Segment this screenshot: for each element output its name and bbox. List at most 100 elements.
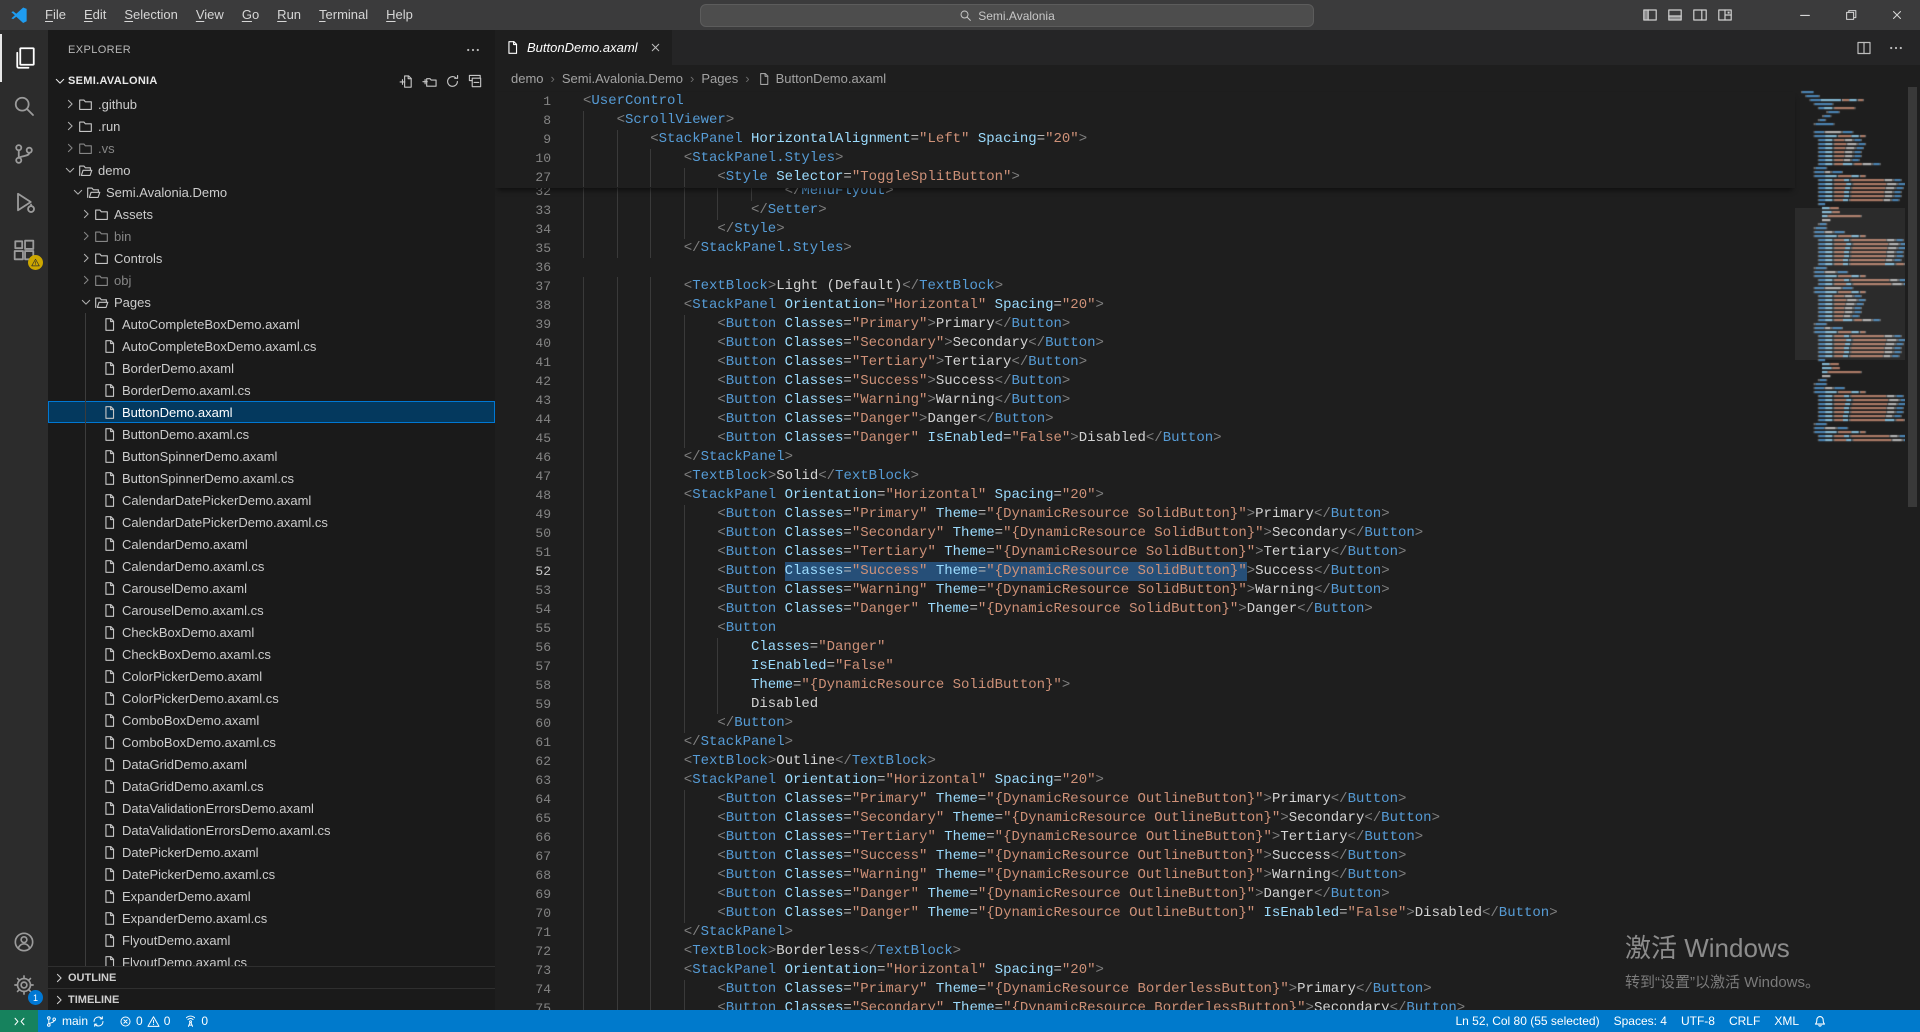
tree-item-flyoutdemo-axaml-cs[interactable]: FlyoutDemo.axaml.cs [48,951,495,966]
code-line-35[interactable]: 35</StackPanel.Styles> [495,239,1795,258]
line-number[interactable]: 68 [495,866,551,885]
tab-buttondemo-axaml[interactable]: ButtonDemo.axaml [495,30,672,65]
line-number[interactable]: 36 [495,258,551,277]
code-line-38[interactable]: 38<StackPanel Orientation="Horizontal" S… [495,296,1795,315]
tree-item-bin[interactable]: bin [48,225,495,247]
line-number[interactable]: 53 [495,581,551,600]
tree-item-colorpickerdemo-axaml[interactable]: ColorPickerDemo.axaml [48,665,495,687]
line-number[interactable]: 59 [495,695,551,714]
line-number[interactable]: 54 [495,600,551,619]
line-number[interactable]: 70 [495,904,551,923]
code-line-62[interactable]: 62<TextBlock>Outline</TextBlock> [495,752,1795,771]
line-number[interactable]: 42 [495,372,551,391]
tree-item-colorpickerdemo-axaml-cs[interactable]: ColorPickerDemo.axaml.cs [48,687,495,709]
close-button[interactable] [1874,0,1920,30]
tree-item-borderdemo-axaml-cs[interactable]: BorderDemo.axaml.cs [48,379,495,401]
code-line-10[interactable]: 10<StackPanel.Styles> [495,149,1795,168]
code-line-52[interactable]: 52<Button Classes="Success" Theme="{Dyna… [495,562,1795,581]
line-number[interactable]: 38 [495,296,551,315]
code-line-1[interactable]: 1<UserControl [495,92,1795,111]
code-line-50[interactable]: 50<Button Classes="Secondary" Theme="{Dy… [495,524,1795,543]
activity-run-and-debug[interactable] [0,178,48,226]
code-line-70[interactable]: 70<Button Classes="Danger" Theme="{Dynam… [495,904,1795,923]
code-line-53[interactable]: 53<Button Classes="Warning" Theme="{Dyna… [495,581,1795,600]
new-folder-icon[interactable] [422,74,437,89]
code-line-57[interactable]: 57IsEnabled="False" [495,657,1795,676]
line-number[interactable]: 34 [495,220,551,239]
breadcrumb-demo[interactable]: demo [511,71,544,86]
code-line-74[interactable]: 74<Button Classes="Primary" Theme="{Dyna… [495,980,1795,999]
line-number[interactable]: 74 [495,980,551,999]
line-number[interactable]: 48 [495,486,551,505]
line-number[interactable]: 65 [495,809,551,828]
code-line-40[interactable]: 40<Button Classes="Secondary">Secondary<… [495,334,1795,353]
restore-button[interactable] [1828,0,1874,30]
activity-source-control[interactable] [0,130,48,178]
tree-item-comboboxdemo-axaml[interactable]: ComboBoxDemo.axaml [48,709,495,731]
tree-item-run[interactable]: .run [48,115,495,137]
status-indentation[interactable]: Spaces: 4 [1607,1010,1674,1032]
line-number[interactable]: 63 [495,771,551,790]
code-line-42[interactable]: 42<Button Classes="Success">Success</But… [495,372,1795,391]
menu-edit[interactable]: Edit [75,0,115,30]
code-line-41[interactable]: 41<Button Classes="Tertiary">Tertiary</B… [495,353,1795,372]
code-line-55[interactable]: 55<Button [495,619,1795,638]
collapse-all-icon[interactable] [468,74,483,89]
line-number[interactable]: 8 [495,111,551,130]
tree-item-datepickerdemo-axaml-cs[interactable]: DatePickerDemo.axaml.cs [48,863,495,885]
menu-selection[interactable]: Selection [115,0,186,30]
code-line-69[interactable]: 69<Button Classes="Danger" Theme="{Dynam… [495,885,1795,904]
tab-close-icon[interactable] [649,41,662,54]
activity-explorer[interactable] [0,34,48,82]
code-line-46[interactable]: 46</StackPanel> [495,448,1795,467]
tree-item-carouseldemo-axaml-cs[interactable]: CarouselDemo.axaml.cs [48,599,495,621]
command-center-search[interactable]: Semi.Avalonia [700,4,1314,27]
tree-item-calendardemo-axaml[interactable]: CalendarDemo.axaml [48,533,495,555]
code-line-27[interactable]: 27<Style Selector="ToggleSplitButton"> [495,168,1795,187]
code-line-47[interactable]: 47<TextBlock>Solid</TextBlock> [495,467,1795,486]
timeline-section[interactable]: TIMELINE [48,988,495,1011]
code-line-48[interactable]: 48<StackPanel Orientation="Horizontal" S… [495,486,1795,505]
line-number[interactable]: 64 [495,790,551,809]
line-number[interactable]: 60 [495,714,551,733]
status-language-mode[interactable]: XML [1767,1010,1806,1032]
menu-help[interactable]: Help [377,0,422,30]
tree-item-calendardatepickerdemo-axaml[interactable]: CalendarDatePickerDemo.axaml [48,489,495,511]
line-number[interactable]: 69 [495,885,551,904]
activity-settings[interactable]: 1 [0,961,48,1009]
explorer-more-icon[interactable] [465,42,481,58]
remote-indicator[interactable] [0,1010,38,1032]
menu-terminal[interactable]: Terminal [310,0,377,30]
tree-item-datepickerdemo-axaml[interactable]: DatePickerDemo.axaml [48,841,495,863]
code-line-61[interactable]: 61</StackPanel> [495,733,1795,752]
code-line-66[interactable]: 66<Button Classes="Tertiary" Theme="{Dyn… [495,828,1795,847]
code-line-9[interactable]: 9<StackPanel HorizontalAlignment="Left" … [495,130,1795,149]
line-number[interactable]: 52 [495,562,551,581]
line-number[interactable]: 75 [495,999,551,1010]
activity-accounts[interactable] [0,918,48,966]
line-number[interactable]: 57 [495,657,551,676]
line-number[interactable]: 72 [495,942,551,961]
line-number[interactable]: 39 [495,315,551,334]
status-cursor-position[interactable]: Ln 52, Col 80 (55 selected) [1449,1010,1607,1032]
code-line-67[interactable]: 67<Button Classes="Success" Theme="{Dyna… [495,847,1795,866]
tree-item-carouseldemo-axaml[interactable]: CarouselDemo.axaml [48,577,495,599]
code-line-37[interactable]: 37<TextBlock>Light (Default)</TextBlock> [495,277,1795,296]
line-number[interactable]: 45 [495,429,551,448]
refresh-icon[interactable] [445,74,460,89]
tree-item-flyoutdemo-axaml[interactable]: FlyoutDemo.axaml [48,929,495,951]
code-line-75[interactable]: 75<Button Classes="Secondary" Theme="{Dy… [495,999,1795,1010]
code-editor[interactable]: 32</MenuFlyout>33</Setter>34</Style>35</… [495,182,1795,1010]
toggle-panel-icon[interactable] [1667,7,1683,23]
tree-item-comboboxdemo-axaml-cs[interactable]: ComboBoxDemo.axaml.cs [48,731,495,753]
code-line-34[interactable]: 34</Style> [495,220,1795,239]
tree-item-calendardemo-axaml-cs[interactable]: CalendarDemo.axaml.cs [48,555,495,577]
customize-layout-icon[interactable] [1717,7,1733,23]
tree-item-buttonspinnerdemo-axaml[interactable]: ButtonSpinnerDemo.axaml [48,445,495,467]
line-number[interactable]: 62 [495,752,551,771]
menu-view[interactable]: View [187,0,233,30]
line-number[interactable]: 71 [495,923,551,942]
code-line-64[interactable]: 64<Button Classes="Primary" Theme="{Dyna… [495,790,1795,809]
code-line-8[interactable]: 8<ScrollViewer> [495,111,1795,130]
tree-item-calendardatepickerdemo-axaml-cs[interactable]: CalendarDatePickerDemo.axaml.cs [48,511,495,533]
